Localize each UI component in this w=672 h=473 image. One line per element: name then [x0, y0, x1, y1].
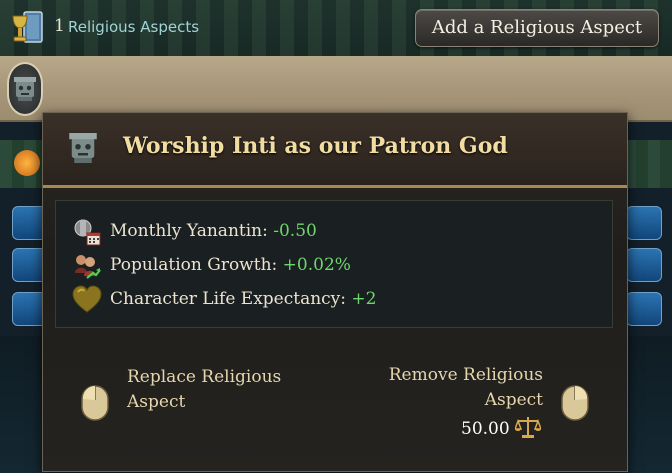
background-button — [626, 206, 662, 240]
sun-icon — [14, 150, 40, 176]
effect-value: +2 — [351, 289, 377, 309]
effects-box: Monthly Yanantin: -0.50 Population Growt… — [55, 200, 613, 328]
tooltip-title: Worship Inti as our Patron God — [123, 133, 508, 159]
chalice-book-icon — [12, 11, 43, 43]
population-growth-icon — [75, 255, 101, 279]
add-religious-aspect-button[interactable]: Add a Religious Aspect — [415, 9, 659, 47]
mouse-left-click-icon — [81, 385, 109, 421]
tooltip-header: Worship Inti as our Patron God — [43, 113, 627, 188]
effect-value: -0.50 — [273, 221, 317, 241]
action-label: Aspect — [484, 390, 543, 410]
heart-icon — [72, 285, 102, 313]
scales-icon — [515, 417, 541, 438]
effect-label: Character Life Expectancy — [110, 289, 341, 309]
effect-label: Monthly Yanantin — [110, 221, 263, 241]
action-label: Aspect — [127, 392, 186, 412]
background-button — [626, 248, 662, 282]
action-label: Remove Religious — [388, 365, 543, 385]
inti-idol-icon — [14, 77, 36, 101]
effect-label: Population Growth — [110, 255, 272, 275]
remove-cost: 50.00 — [461, 419, 510, 439]
yanantin-calendar-icon — [74, 219, 101, 246]
mouse-right-click-icon — [561, 385, 589, 421]
aspects-label: Religious Aspects — [68, 18, 200, 36]
replace-aspect-action[interactable]: Replace Religious Aspect — [127, 365, 297, 415]
background-button — [626, 292, 662, 326]
religious-aspect-slot[interactable] — [7, 62, 43, 116]
aspects-header-bar: 1 Religious Aspects Add a Religious Aspe… — [0, 0, 672, 57]
action-label: Replace Religious — [127, 367, 282, 387]
remove-aspect-action[interactable]: Remove Religious Aspect — [373, 363, 543, 413]
religious-aspect-tooltip: Worship Inti as our Patron God Monthly Y… — [42, 112, 628, 472]
aspect-count: 1 — [54, 16, 65, 36]
inti-idol-icon — [69, 133, 97, 163]
effect-value: +0.02% — [282, 255, 351, 275]
